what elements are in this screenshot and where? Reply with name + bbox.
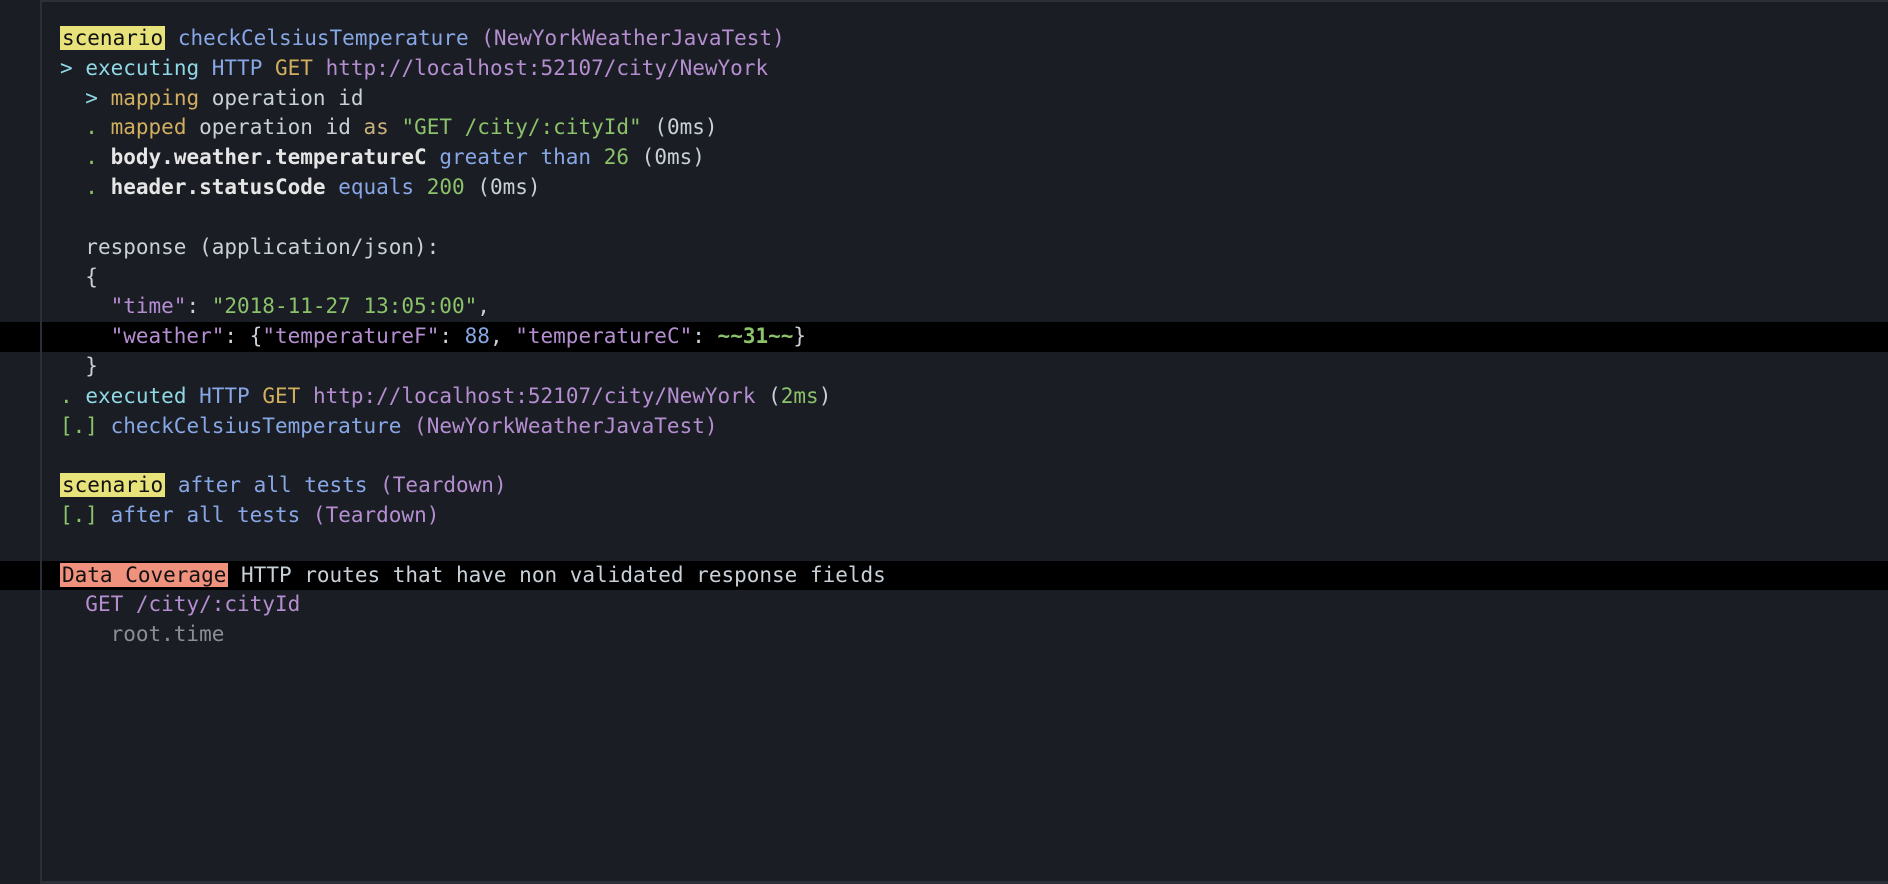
scenario-tag: scenario — [60, 26, 165, 50]
executed-line: . executed HTTP GET http://localhost:521… — [0, 382, 1888, 412]
scenario-name: checkCelsiusTemperature — [178, 26, 469, 50]
scenario-result: [.] checkCelsiusTemperature (NewYorkWeat… — [0, 412, 1888, 442]
scenario-suite: (NewYorkWeatherJavaTest) — [481, 26, 784, 50]
executing-line: > executing HTTP GET http://localhost:52… — [0, 54, 1888, 84]
teardown-result: [.] after all tests (Teardown) — [0, 501, 1888, 531]
teardown-header: scenario after all tests (Teardown) — [0, 471, 1888, 501]
mapped-line: . mapped operation id as "GET /city/:cit… — [0, 113, 1888, 143]
assert-temperature: . body.weather.temperatureC greater than… — [0, 143, 1888, 173]
json-time: "time": "2018-11-27 13:05:00", — [0, 292, 1888, 322]
scenario-tag: scenario — [60, 473, 165, 497]
scenario-header: scenario checkCelsiusTemperature (NewYor… — [0, 24, 1888, 54]
json-weather-highlight: "weather": {"temperatureF": 88, "tempera… — [0, 322, 1888, 352]
coverage-route: GET /city/:cityId — [0, 590, 1888, 620]
json-close: } — [0, 352, 1888, 382]
top-border — [40, 0, 1888, 2]
terminal-output: scenario checkCelsiusTemperature (NewYor… — [0, 0, 1888, 884]
coverage-field: root.time — [0, 620, 1888, 650]
assert-status: . header.statusCode equals 200 (0ms) — [0, 173, 1888, 203]
data-coverage-header: Data Coverage HTTP routes that have non … — [0, 561, 1888, 591]
mapping-line: > mapping operation id — [0, 84, 1888, 114]
response-header: response (application/json): — [0, 233, 1888, 263]
json-open: { — [0, 263, 1888, 293]
gutter — [0, 0, 42, 884]
data-coverage-tag: Data Coverage — [60, 563, 228, 587]
